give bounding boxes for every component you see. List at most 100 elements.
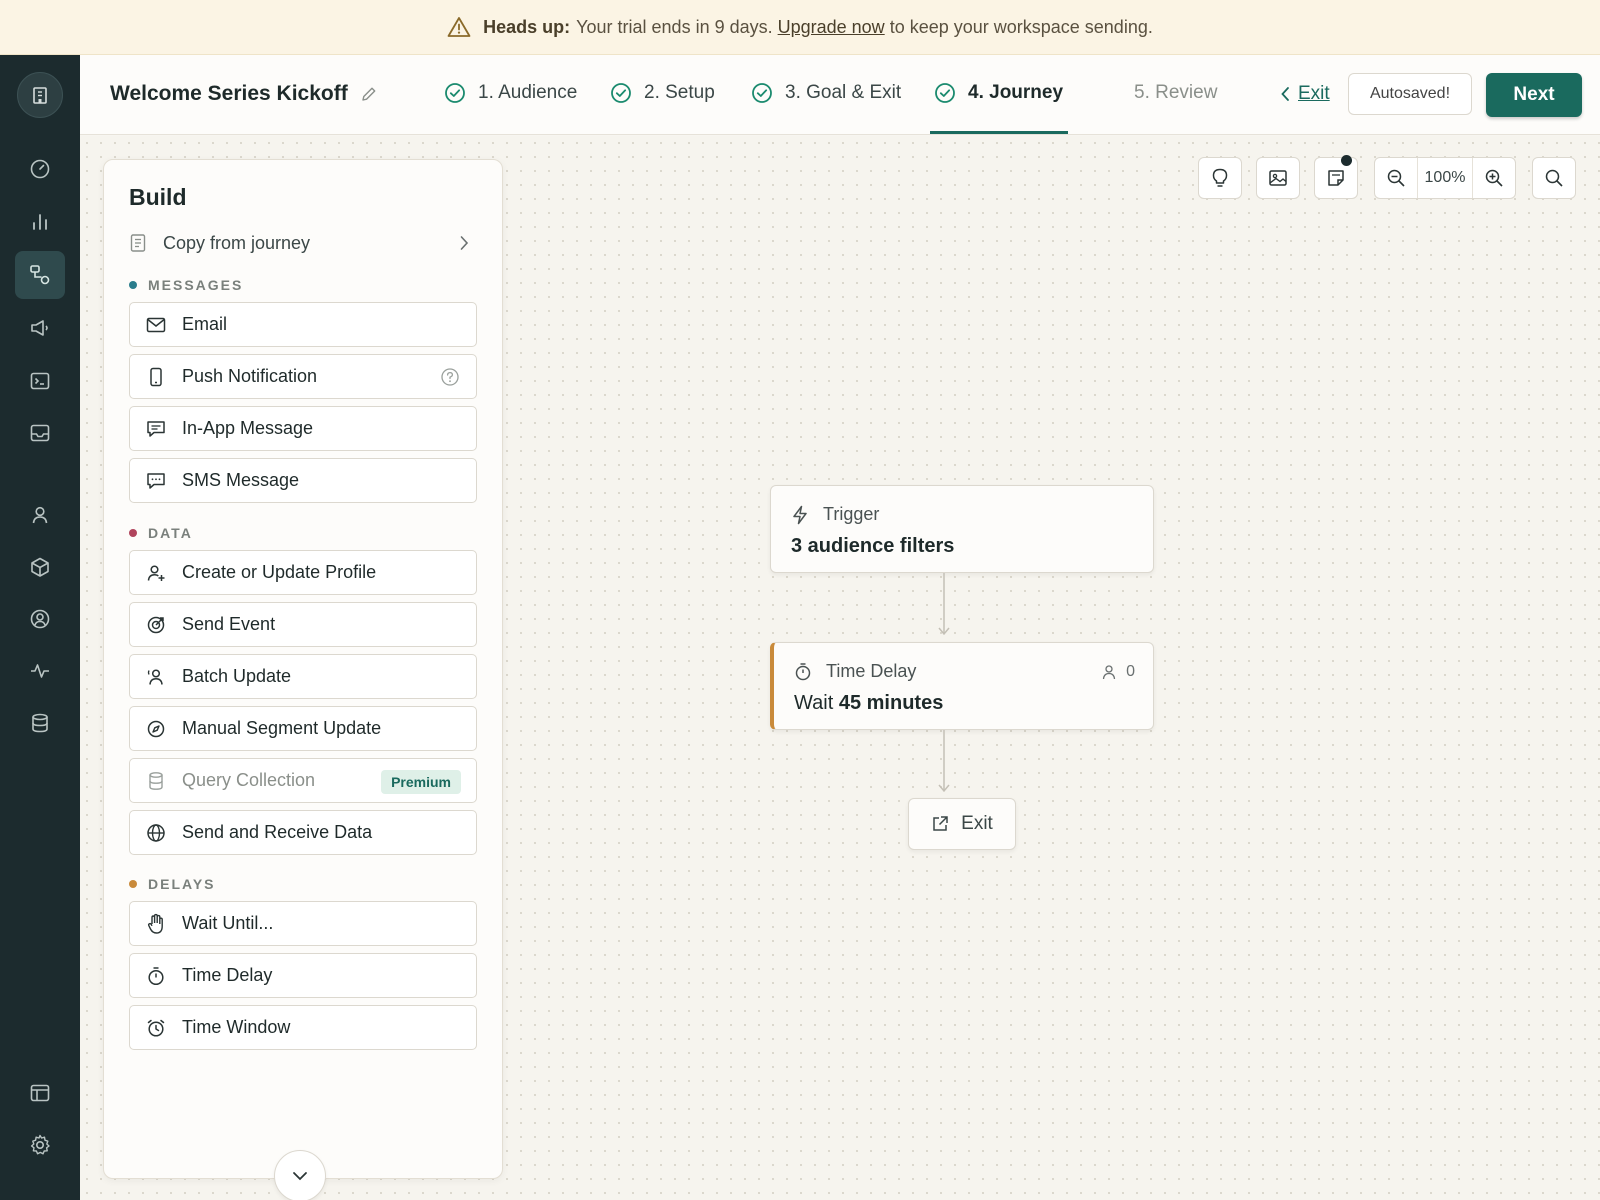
block-label: In-App Message xyxy=(182,418,314,438)
block-label: Push Notification xyxy=(182,366,318,386)
block-in-app-message[interactable]: In-App Message xyxy=(129,406,477,451)
snapshot-button[interactable] xyxy=(1256,157,1300,199)
help-circle-icon[interactable] xyxy=(440,367,460,387)
next-button[interactable]: Next xyxy=(1486,73,1582,117)
block-label: Create or Update Profile xyxy=(182,562,377,582)
step-label: 5. Review xyxy=(1134,82,1218,103)
journeys-icon[interactable] xyxy=(15,251,65,299)
step-goal-exit[interactable]: 3. Goal & Exit xyxy=(751,82,901,104)
step-label: 2. Setup xyxy=(644,82,715,103)
trigger-node[interactable]: Trigger 3 audience filters xyxy=(770,485,1154,573)
delay-header: Time Delay xyxy=(794,661,916,682)
step-setup[interactable]: 2. Setup xyxy=(610,82,715,104)
step-label: 3. Goal & Exit xyxy=(785,82,902,103)
person-icon[interactable] xyxy=(15,491,65,539)
activity-icon[interactable] xyxy=(15,647,65,695)
step-journey[interactable]: 4. Journey xyxy=(934,82,1063,104)
time-delay-node[interactable]: Time Delay 0 Wait 45 minutes xyxy=(770,642,1154,730)
workspace-logo-icon[interactable] xyxy=(17,72,63,118)
block-push-notification[interactable]: Push Notification xyxy=(129,354,477,399)
settings-gear-icon[interactable] xyxy=(15,1121,65,1169)
database-icon[interactable] xyxy=(15,699,65,747)
chevron-right-icon xyxy=(459,235,469,251)
exit-label: Exit xyxy=(1298,83,1330,104)
step-label: 4. Journey xyxy=(968,82,1064,103)
person-batch-icon xyxy=(146,667,166,687)
autosave-status: Autosaved! xyxy=(1348,73,1472,115)
block-manual-segment-update[interactable]: Manual Segment Update xyxy=(129,706,477,751)
zoom-in-icon xyxy=(1484,168,1504,188)
database-icon xyxy=(146,771,166,791)
step-review[interactable]: 5. Review xyxy=(1134,82,1217,104)
analytics-icon[interactable] xyxy=(15,198,65,246)
connector-arrow xyxy=(938,573,950,636)
block-email[interactable]: Email xyxy=(129,302,477,347)
layout-icon[interactable] xyxy=(15,1069,65,1117)
delay-prefix: Wait xyxy=(794,692,834,714)
document-icon xyxy=(129,233,147,253)
search-icon xyxy=(1544,168,1564,188)
journey-header: Welcome Series Kickoff 1. Audience 2. Se… xyxy=(80,55,1600,135)
tips-button[interactable] xyxy=(1198,157,1242,199)
block-time-delay[interactable]: Time Delay xyxy=(129,953,477,998)
block-label: Batch Update xyxy=(182,666,292,686)
search-button[interactable] xyxy=(1532,157,1576,199)
chevron-down-icon xyxy=(292,1171,308,1181)
trial-banner: Heads up: Your trial ends in 9 days. Upg… xyxy=(0,0,1600,55)
chevron-left-icon xyxy=(1280,86,1290,102)
chat-bubble-icon xyxy=(146,420,166,438)
copy-from-journey[interactable]: Copy from journey xyxy=(129,228,469,258)
block-time-window[interactable]: Time Window xyxy=(129,1005,477,1050)
journey-canvas[interactable]: Build Copy from journey MESSAGES Email P… xyxy=(80,136,1600,1200)
build-panel: Build Copy from journey MESSAGES Email P… xyxy=(103,159,503,1200)
notes-button[interactable] xyxy=(1314,155,1358,199)
exit-node-label: Exit xyxy=(961,813,993,834)
target-icon xyxy=(146,615,166,635)
banner-heading: Heads up: xyxy=(483,16,571,37)
profile-circle-icon[interactable] xyxy=(15,595,65,643)
block-sms-message[interactable]: SMS Message xyxy=(129,458,477,503)
terminal-icon[interactable] xyxy=(15,357,65,405)
banner-text: Your trial ends in 9 days. xyxy=(576,16,773,37)
block-wait-until[interactable]: Wait Until... xyxy=(129,901,477,946)
block-batch-update[interactable]: Batch Update xyxy=(129,654,477,699)
count-value: 0 xyxy=(1126,663,1135,680)
zoom-out-button[interactable] xyxy=(1375,158,1417,198)
scroll-down-button[interactable] xyxy=(274,1150,326,1200)
block-send-receive-data[interactable]: Send and Receive Data xyxy=(129,810,477,855)
active-step-indicator xyxy=(930,131,1068,134)
zoom-in-button[interactable] xyxy=(1473,158,1515,198)
block-send-event[interactable]: Send Event xyxy=(129,602,477,647)
section-label: DELAYS xyxy=(148,876,216,892)
stopwatch-icon xyxy=(146,966,166,986)
block-query-collection[interactable]: Query Collection Premium xyxy=(129,758,477,803)
upgrade-link[interactable]: Upgrade now xyxy=(778,17,885,38)
premium-badge: Premium xyxy=(381,770,461,794)
copy-label: Copy from journey xyxy=(163,232,311,253)
connector-arrow xyxy=(938,730,950,793)
external-exit-icon xyxy=(931,815,949,833)
block-create-update-profile[interactable]: Create or Update Profile xyxy=(129,550,477,595)
journey-title: Welcome Series Kickoff xyxy=(110,82,348,105)
inbox-icon[interactable] xyxy=(15,409,65,457)
step-audience[interactable]: 1. Audience xyxy=(444,82,577,104)
objects-icon[interactable] xyxy=(15,543,65,591)
zoom-out-icon xyxy=(1386,168,1406,188)
edit-pencil-icon[interactable] xyxy=(360,85,378,103)
section-data: DATA xyxy=(129,525,193,541)
exit-node[interactable]: Exit xyxy=(908,798,1016,850)
campaigns-icon[interactable] xyxy=(15,304,65,352)
exit-link[interactable]: Exit xyxy=(1280,83,1330,105)
banner-text-after: to keep your workspace sending. xyxy=(889,16,1153,37)
dashboard-icon[interactable] xyxy=(15,145,65,193)
block-label: Time Window xyxy=(182,1017,291,1037)
delay-label: Time Delay xyxy=(826,661,917,681)
section-label: MESSAGES xyxy=(148,277,244,293)
delay-value: 45 minutes xyxy=(838,692,944,714)
person-icon xyxy=(1102,664,1116,680)
sticky-note-icon xyxy=(1326,168,1346,188)
lightbulb-icon xyxy=(1210,167,1230,189)
check-circle-icon xyxy=(934,82,956,104)
block-label: Manual Segment Update xyxy=(182,718,382,738)
check-circle-icon xyxy=(444,82,466,104)
